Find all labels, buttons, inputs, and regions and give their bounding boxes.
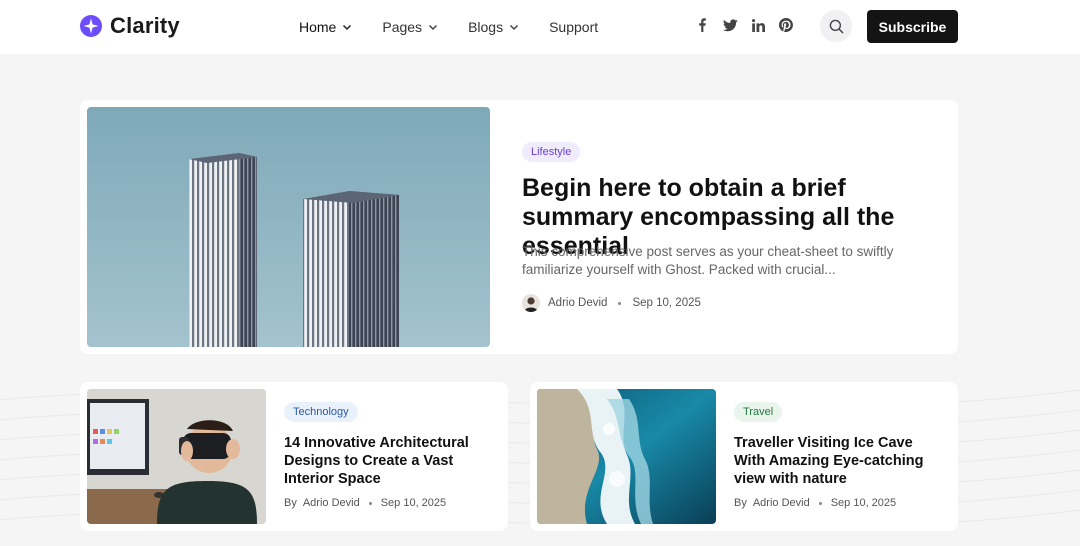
nav-item-support[interactable]: Support xyxy=(549,19,598,35)
post-title[interactable]: 14 Innovative Architectural Designs to C… xyxy=(284,434,494,488)
author-name[interactable]: Adrio Devid xyxy=(303,497,360,509)
nav-item-blogs[interactable]: Blogs xyxy=(468,19,519,35)
post-title[interactable]: Traveller Visiting Ice Cave With Amazing… xyxy=(734,434,944,488)
post-card: Technology 14 Innovative Architectural D… xyxy=(80,382,508,531)
post-date: Sep 10, 2025 xyxy=(632,297,701,309)
linkedin-icon[interactable] xyxy=(750,17,766,33)
category-tag[interactable]: Travel xyxy=(734,402,783,422)
nav-item-pages[interactable]: Pages xyxy=(382,19,438,35)
social-links xyxy=(694,17,794,33)
nav-item-label: Pages xyxy=(382,19,423,35)
nav-item-home[interactable]: Home xyxy=(299,19,352,35)
category-tag[interactable]: Lifestyle xyxy=(522,142,581,162)
by-label: By xyxy=(284,497,297,509)
category-tag[interactable]: Technology xyxy=(284,402,358,422)
main-nav: Home Pages Blogs Support xyxy=(299,0,628,54)
nav-item-label: Blogs xyxy=(468,19,504,35)
post-date: Sep 10, 2025 xyxy=(830,497,897,509)
search-icon xyxy=(829,19,843,33)
brand-name: Clarity xyxy=(110,13,180,38)
featured-post-image[interactable] xyxy=(87,107,490,347)
post-meta: Adrio Devid Sep 10, 2025 xyxy=(522,294,701,312)
by-label: By xyxy=(734,497,747,509)
post-image[interactable] xyxy=(537,389,716,524)
meta-separator xyxy=(618,301,622,305)
featured-post-excerpt: This comprehensive post serves as your c… xyxy=(522,244,894,277)
clarity-logo-icon xyxy=(80,15,102,37)
chevron-down-icon xyxy=(343,24,352,31)
nav-item-label: Support xyxy=(549,19,599,35)
post-meta: By Adrio Devid Sep 10, 2025 xyxy=(284,497,446,509)
subscribe-button[interactable]: Subscribe xyxy=(867,10,958,43)
facebook-icon[interactable] xyxy=(694,17,710,33)
twitter-icon[interactable] xyxy=(722,17,738,33)
author-name[interactable]: Adrio Devid xyxy=(548,297,607,309)
pinterest-icon[interactable] xyxy=(778,17,794,33)
featured-post-card: Lifestyle Begin here to obtain a brief s… xyxy=(80,100,958,354)
meta-separator xyxy=(368,501,372,505)
chevron-down-icon xyxy=(510,24,519,31)
post-image[interactable] xyxy=(87,389,266,524)
post-meta: By Adrio Devid Sep 10, 2025 xyxy=(734,497,896,509)
author-avatar[interactable] xyxy=(522,294,540,312)
post-date: Sep 10, 2025 xyxy=(380,497,447,509)
post-card: Travel Traveller Visiting Ice Cave With … xyxy=(530,382,958,531)
chevron-down-icon xyxy=(429,24,438,31)
search-button[interactable] xyxy=(820,10,852,42)
brand-logo[interactable]: Clarity xyxy=(80,13,180,39)
author-name[interactable]: Adrio Devid xyxy=(753,497,810,509)
nav-item-label: Home xyxy=(299,19,337,35)
site-header: Clarity Home Pages Blogs Support Subscri… xyxy=(0,0,1080,54)
meta-separator xyxy=(818,501,822,505)
